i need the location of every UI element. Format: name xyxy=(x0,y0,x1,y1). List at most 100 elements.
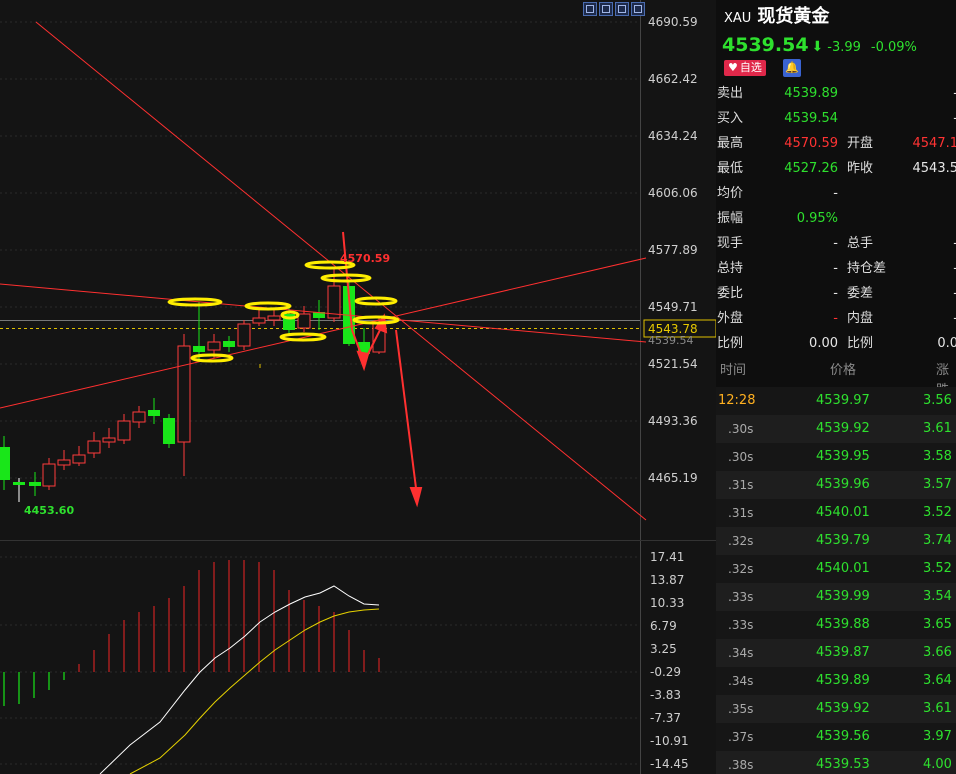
tick-price: 4539.99 xyxy=(816,589,870,604)
tick-change: 3.66 xyxy=(923,645,952,660)
quote-label: 卖出 xyxy=(717,86,744,101)
tick-price: 4539.92 xyxy=(816,701,870,716)
candle xyxy=(29,472,41,496)
quote-value: 4547.1 xyxy=(912,136,956,151)
price-tick: 4549.71 xyxy=(648,300,698,314)
macd-tick: -7.37 xyxy=(650,711,681,725)
tick-row: .32s 4539.79 3.74 xyxy=(716,527,956,555)
candle xyxy=(148,398,160,424)
price-tick: 4577.89 xyxy=(648,243,698,257)
tick-row: .35s 4539.92 3.61 xyxy=(716,695,956,723)
quote-label: 最低 xyxy=(717,161,744,176)
last-price: 4539.54 xyxy=(722,34,809,56)
tick-time: .35s xyxy=(728,702,754,716)
tick-change: 4.00 xyxy=(923,757,952,772)
zoom-tool-icon[interactable] xyxy=(599,2,613,16)
tick-row: .33s 4539.99 3.54 xyxy=(716,583,956,611)
tick-time: .34s xyxy=(728,646,754,660)
tick-change: 3.56 xyxy=(923,393,952,408)
tick-change: 3.58 xyxy=(923,449,952,464)
quote-value: 0.00 xyxy=(809,336,838,351)
candle xyxy=(237,320,251,350)
quote-label: 总手 xyxy=(847,236,874,251)
macd-tick: 10.33 xyxy=(650,596,684,610)
bell-icon[interactable]: 🔔 xyxy=(783,59,801,77)
tick-header-time: 时间 xyxy=(720,363,747,378)
candle xyxy=(87,432,101,458)
quote-value: - xyxy=(833,286,838,301)
tick-time: .37s xyxy=(728,730,754,744)
tick-time: .34s xyxy=(728,674,754,688)
tick-row: .32s 4540.01 3.52 xyxy=(716,555,956,583)
quote-value: 4539.89 xyxy=(784,86,838,101)
macd-axis: 17.41 13.87 10.33 6.79 3.25 -0.29 -3.83 … xyxy=(650,550,689,771)
candle xyxy=(313,300,325,330)
tick-price: 4539.87 xyxy=(816,645,870,660)
tick-row: .34s 4539.87 3.66 xyxy=(716,639,956,667)
quote-value: - xyxy=(833,261,838,276)
quote-value: - xyxy=(896,231,956,256)
tick-row: .34s 4539.89 3.64 xyxy=(716,667,956,695)
instrument-header: XAU 现货黄金 xyxy=(724,4,829,30)
tick-row: .33s 4539.88 3.65 xyxy=(716,611,956,639)
price-tick: 4521.54 xyxy=(648,357,698,371)
tick-time: .38s xyxy=(728,758,754,772)
last-price-tag-text: 4539.54 xyxy=(648,334,694,347)
tick-header-change: 涨跌 xyxy=(936,363,950,398)
tick-time: 12:28 xyxy=(718,393,756,408)
tick-price: 4539.79 xyxy=(816,533,870,548)
tick-price: 4540.01 xyxy=(816,505,870,520)
tick-price: 4540.01 xyxy=(816,561,870,576)
tick-change: 3.52 xyxy=(923,505,952,520)
candle xyxy=(267,310,281,326)
tick-time: .33s xyxy=(728,590,754,604)
macd-tick: -10.91 xyxy=(650,734,689,748)
tick-change: 3.52 xyxy=(923,561,952,576)
quote-value: 4543.5 xyxy=(912,161,956,176)
candle xyxy=(177,334,191,476)
price-axis: 4690.59 4662.42 4634.24 4606.06 4577.89 … xyxy=(648,15,698,485)
macd-tick: -0.29 xyxy=(650,665,681,679)
quote-value: - xyxy=(896,256,956,281)
instrument-name: 现货黄金 xyxy=(757,6,830,27)
instrument-symbol: XAU xyxy=(724,11,752,26)
price-tick: 4493.36 xyxy=(648,414,698,428)
price-tick: 4690.59 xyxy=(648,15,698,29)
quote-value xyxy=(896,206,956,231)
tick-row: .30s 4539.92 3.61 xyxy=(716,415,956,443)
quote-label: 比例 xyxy=(847,336,874,351)
quote-value: - xyxy=(896,306,956,331)
quote-label: 现手 xyxy=(717,236,744,251)
candle xyxy=(132,406,146,428)
tick-price: 4539.88 xyxy=(816,617,870,632)
quote-value: 0.0 xyxy=(937,336,956,351)
candle xyxy=(117,414,131,444)
quote-label: 最高 xyxy=(717,136,744,151)
macd-dea-line xyxy=(129,608,380,774)
kline-chart[interactable]: 4570.59 4453.60 4690.59 4662.42 4634.24 … xyxy=(0,0,716,774)
crosshair-tool-icon[interactable] xyxy=(583,2,597,16)
draw-tool-icon[interactable] xyxy=(615,2,629,16)
candles xyxy=(0,268,386,502)
tick-change: 3.54 xyxy=(923,589,952,604)
candle xyxy=(72,446,86,466)
kline-chart-canvas[interactable]: 4570.59 4453.60 4690.59 4662.42 4634.24 … xyxy=(0,0,716,774)
quote-label: 持仓差 xyxy=(847,261,887,276)
candle xyxy=(42,458,56,490)
quote-label: 均价 xyxy=(717,186,744,201)
quote-label: 内盘 xyxy=(847,311,874,326)
high-price-label: 4570.59 xyxy=(340,252,390,265)
macd-tick: 13.87 xyxy=(650,573,684,587)
tick-change: 3.61 xyxy=(923,421,952,436)
candle xyxy=(57,450,71,470)
quote-value xyxy=(896,181,956,206)
expand-tool-icon[interactable] xyxy=(631,2,645,16)
add-favorite-button[interactable]: ♥ 自选 xyxy=(724,60,766,76)
macd-histogram xyxy=(3,560,380,706)
tick-time: .31s xyxy=(728,478,754,492)
quote-label: 委比 xyxy=(717,286,744,301)
tick-change: 3.74 xyxy=(923,533,952,548)
quote-label: 总持 xyxy=(717,261,744,276)
candle xyxy=(163,414,175,448)
macd-tick: 17.41 xyxy=(650,550,684,564)
